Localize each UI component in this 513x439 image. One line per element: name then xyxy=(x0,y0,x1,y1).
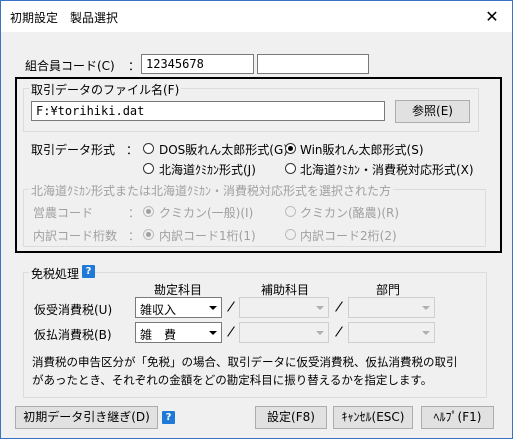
close-icon: ✕ xyxy=(485,7,499,26)
title-bar: 初期設定 製品選択 ✕ xyxy=(1,1,512,32)
business-code-colon: ： xyxy=(128,206,141,220)
account-col-header: 勘定科目 xyxy=(154,283,203,297)
digits-1-radio[interactable] xyxy=(143,229,154,240)
tax-received-account-value: 雑収入 xyxy=(140,303,177,317)
settings-button[interactable]: 設定(F8) xyxy=(255,406,327,429)
chevron-down-icon xyxy=(312,298,328,317)
member-code-sub-input[interactable] xyxy=(257,54,369,74)
digits-2-label[interactable]: 内訳コード2桁(2) xyxy=(300,227,397,244)
browse-button[interactable]: 参照(E) xyxy=(395,100,470,123)
tax-paid-account-select[interactable]: 雑 費 xyxy=(135,322,222,343)
chevron-down-icon xyxy=(312,323,328,342)
member-code-label: 組合員コード(C) xyxy=(25,59,115,73)
tax-help-icon[interactable]: ? xyxy=(82,265,95,278)
tax-received-sub-select[interactable] xyxy=(239,297,329,318)
format-win-radio[interactable] xyxy=(285,143,296,154)
format-dos-radio[interactable] xyxy=(143,143,154,154)
tax-group-label: 免税処理 xyxy=(29,265,82,282)
hokkaido-group-label: 北海道ｸﾐｶﾝ形式または北海道ｸﾐｶﾝ・消費税対応形式を選択された方 xyxy=(29,182,394,199)
chevron-down-icon xyxy=(418,298,434,317)
cancel-button[interactable]: ｷｬﾝｾﾙ(ESC) xyxy=(333,406,413,429)
chevron-down-icon xyxy=(205,323,221,342)
carryover-button[interactable]: 初期データ引き継ぎ(D) xyxy=(15,406,158,429)
tax-received-dept-select[interactable] xyxy=(348,297,435,318)
file-group-label: 取引データのファイル名(F) xyxy=(29,81,182,98)
tax-note-line1: 消費税の申告区分が「免税」の場合、取引データに仮受消費税、仮払消費税の取引 xyxy=(32,355,458,369)
format-dos-label[interactable]: DOS販れん太郎形式(G) xyxy=(159,141,288,158)
format-hokkaido-radio[interactable] xyxy=(143,163,154,174)
footer-help-icon[interactable]: ? xyxy=(162,411,175,424)
tax-received-account-select[interactable]: 雑収入 xyxy=(135,297,222,318)
tax-paid-dept-select[interactable] xyxy=(348,322,435,343)
format-win-label[interactable]: Win販れん太郎形式(S) xyxy=(300,141,424,158)
sub-col-header: 補助科目 xyxy=(261,283,310,297)
tax-received-label: 仮受消費税(U) xyxy=(34,303,113,317)
kumikan-general-radio[interactable] xyxy=(143,206,154,217)
dialog-window: 初期設定 製品選択 ✕ 組合員コード(C) ： 12345678 取引データのフ… xyxy=(0,0,513,439)
format-hokkaido-label[interactable]: 北海道ｸﾐｶﾝ形式(J) xyxy=(159,161,256,178)
window-title: 初期設定 製品選択 xyxy=(10,11,119,25)
digits-colon: ： xyxy=(128,229,141,243)
format-hokkaido-tax-radio[interactable] xyxy=(285,163,296,174)
format-hokkaido-tax-label[interactable]: 北海道ｸﾐｶﾝ・消費税対応形式(X) xyxy=(300,161,474,178)
member-code-input[interactable]: 12345678 xyxy=(141,54,254,74)
digits-label: 内訳コード桁数 xyxy=(33,229,118,243)
dept-col-header: 部門 xyxy=(376,283,401,297)
format-label: 取引データ形式 xyxy=(31,143,116,157)
member-code-colon: ： xyxy=(128,59,141,73)
format-colon: ： xyxy=(126,143,139,157)
tax-paid-sub-select[interactable] xyxy=(239,322,329,343)
close-button[interactable]: ✕ xyxy=(472,1,512,32)
kumikan-general-label[interactable]: クミカン(一般)(I) xyxy=(159,204,253,221)
kumikan-dairy-label[interactable]: クミカン(酪農)(R) xyxy=(300,204,399,221)
digits-1-label[interactable]: 内訳コード1桁(1) xyxy=(159,227,256,244)
chevron-down-icon xyxy=(418,323,434,342)
tax-paid-account-value: 雑 費 xyxy=(140,328,177,342)
kumikan-dairy-radio[interactable] xyxy=(285,206,296,217)
chevron-down-icon xyxy=(205,298,221,317)
business-code-label: 営農コード xyxy=(33,206,94,220)
digits-2-radio[interactable] xyxy=(285,229,296,240)
file-path-input[interactable]: F:¥torihiki.dat xyxy=(31,101,385,121)
tax-paid-label: 仮払消費税(B) xyxy=(34,328,112,342)
tax-note-line2: があったとき、それぞれの金額をどの勘定科目に振り替えるかを指定します。 xyxy=(32,373,433,387)
help-button[interactable]: ﾍﾙﾌﾟ(F1) xyxy=(421,406,494,429)
